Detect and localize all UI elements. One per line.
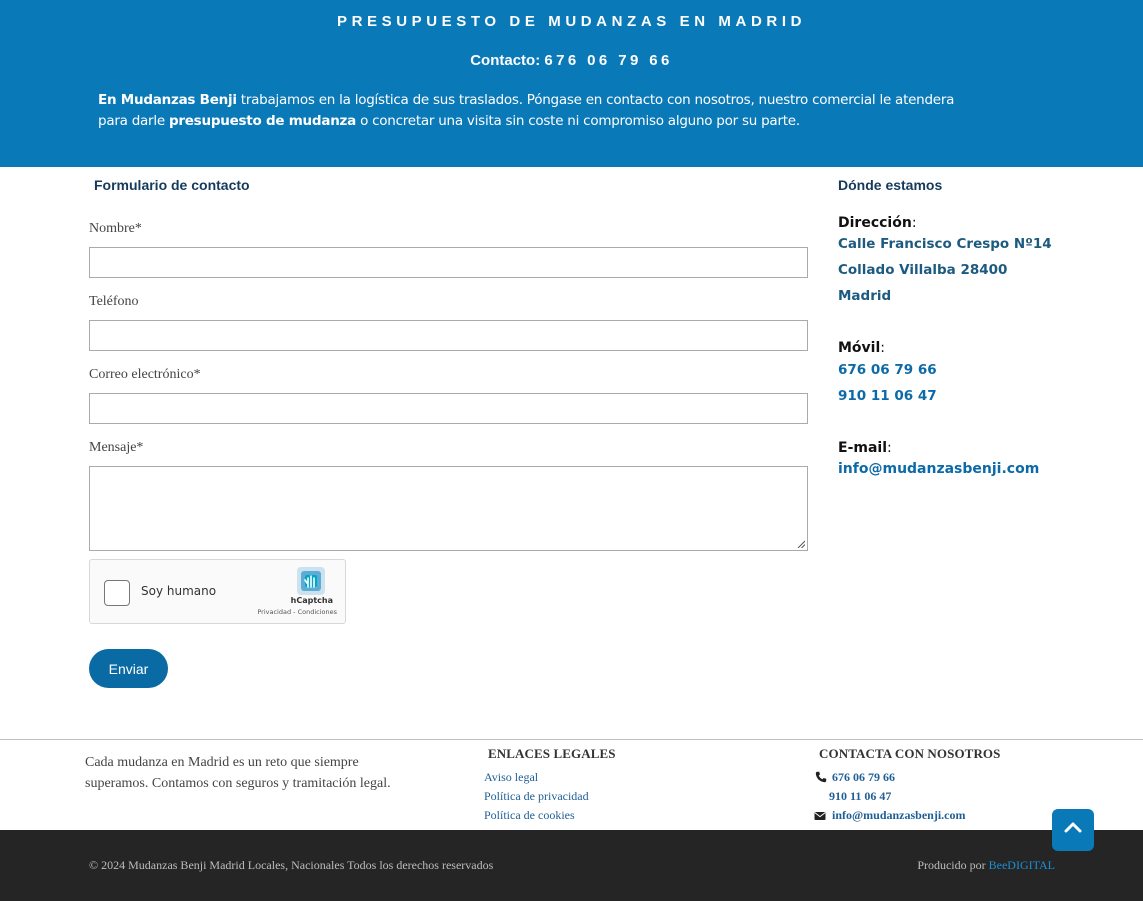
copyright-text: © 2024 Mudanzas Benji Madrid Locales, Na… (89, 858, 494, 872)
address-line-1: Calle Francisco Crespo Nº14 (838, 236, 1052, 252)
legal-link-cookies[interactable]: Política de cookies (484, 808, 575, 823)
footer-about: Cada mudanza en Madrid es un reto que si… (85, 755, 391, 791)
footer-bottom: © 2024 Mudanzas Benji Madrid Locales, Na… (0, 830, 1143, 901)
captcha-checkbox[interactable] (104, 580, 130, 606)
address-line-3: Madrid (838, 288, 892, 304)
captcha-brand: hCaptcha (290, 596, 333, 605)
name-label: Nombre* (89, 221, 142, 236)
hero-intro: En Mudanzas Benji trabajamos en la logís… (98, 90, 978, 132)
email-input[interactable] (89, 393, 808, 424)
legal-links-heading: ENLACES LEGALES (488, 746, 616, 761)
hero-intro-text-2: o concretar una visita sin coste ni comp… (356, 113, 800, 129)
address-colon: : (911, 215, 917, 231)
name-input[interactable] (89, 247, 808, 278)
captcha-links[interactable]: Privacidad - Condiciones (257, 608, 337, 616)
hero-banner: PRESUPUESTO DE MUDANZAS EN MADRID Contac… (0, 0, 1143, 167)
form-title: Formulario de contacto (94, 177, 250, 193)
mobile-link-1[interactable]: 676 06 79 66 (838, 362, 937, 378)
phone-icon (815, 771, 827, 783)
hero-contact-number[interactable]: 676 06 79 66 (544, 52, 672, 69)
email-colon: : (887, 440, 892, 456)
address-label-row: Dirección: (838, 215, 917, 231)
message-label: Mensaje* (89, 440, 144, 455)
phone-input[interactable] (89, 320, 808, 351)
email-link[interactable]: info@mudanzasbenji.com (838, 461, 1039, 477)
resize-grip-icon[interactable] (797, 540, 805, 548)
produced-label: Producido por (917, 858, 989, 872)
mobile-label-row: Móvil: (838, 340, 885, 356)
footer-phone-2[interactable]: 910 11 06 47 (829, 789, 891, 804)
back-to-top-button[interactable] (1052, 809, 1094, 851)
footer-phone-1[interactable]: 676 06 79 66 (832, 770, 895, 785)
legal-link-privacy[interactable]: Política de privacidad (484, 789, 589, 804)
email-label: Correo electrónico* (89, 367, 201, 382)
envelope-icon (814, 812, 826, 820)
mobile-link-2[interactable]: 910 11 06 47 (838, 388, 937, 404)
submit-button[interactable]: Enviar (89, 649, 168, 688)
contact-heading: CONTACTA CON NOSOTROS (819, 746, 1001, 761)
phone-label: Teléfono (89, 294, 139, 309)
location-email-label: E-mail (838, 440, 888, 456)
hero-contact: Contacto: 676 06 79 66 (0, 52, 1143, 69)
produced-by: Producido por BeeDIGITAL (917, 858, 1055, 873)
hero-intro-bold-1: En Mudanzas Benji (98, 92, 237, 108)
address-label: Dirección (838, 215, 912, 231)
message-textarea[interactable] (89, 466, 808, 551)
mobile-label: Móvil (838, 340, 881, 356)
captcha-label: Soy humano (141, 584, 217, 598)
mobile-colon: : (880, 340, 885, 356)
produced-brand-link[interactable]: BeeDIGITAL (989, 858, 1055, 872)
footer-email[interactable]: info@mudanzasbenji.com (832, 808, 966, 823)
hcaptcha-logo-icon (297, 567, 325, 595)
hcaptcha-widget: Soy humano hCaptcha Privacidad - Condici… (89, 559, 346, 624)
footer-top: Cada mudanza en Madrid es un reto que si… (0, 739, 1143, 830)
email-label-row: E-mail: (838, 440, 892, 456)
chevron-up-icon (1064, 822, 1082, 833)
address-line-2: Collado Villalba 28400 (838, 262, 1008, 278)
legal-link-aviso[interactable]: Aviso legal (484, 770, 538, 785)
hero-title: PRESUPUESTO DE MUDANZAS EN MADRID (336, 13, 807, 30)
hero-intro-bold-2: presupuesto de mudanza (168, 113, 357, 129)
hero-contact-label: Contacto: (470, 52, 545, 69)
location-title: Dónde estamos (838, 177, 943, 193)
